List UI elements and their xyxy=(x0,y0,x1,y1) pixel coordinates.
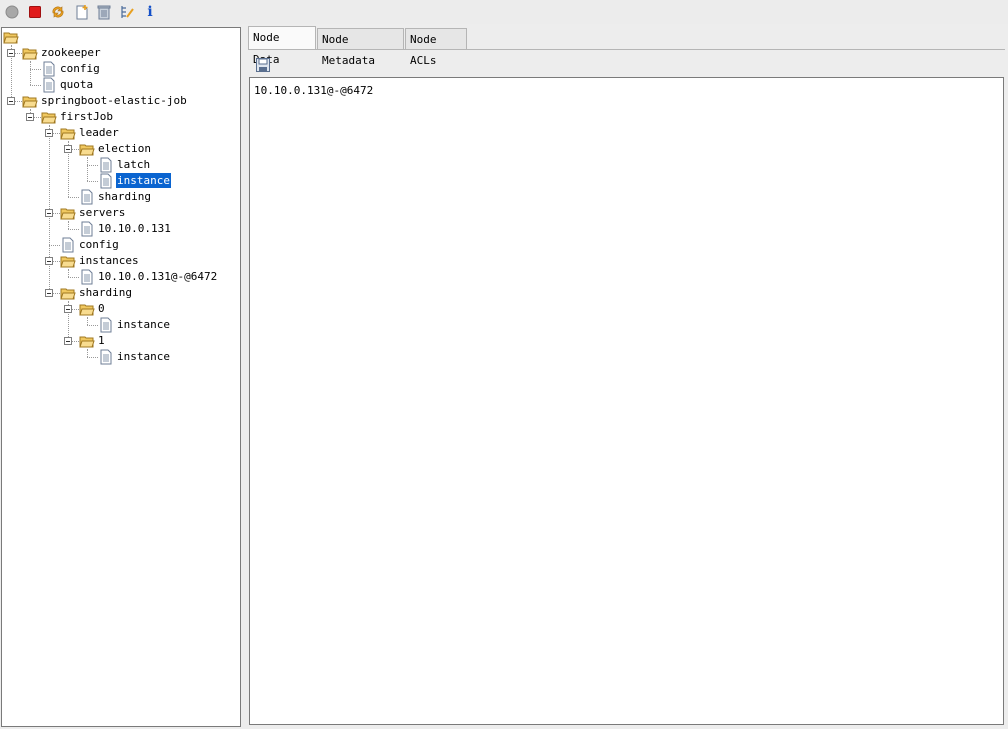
change-log-level-icon[interactable] xyxy=(118,3,136,21)
add-node-icon[interactable] xyxy=(73,3,91,21)
tree-label: leader xyxy=(79,126,119,139)
tree-label: zookeeper xyxy=(41,46,101,59)
tab-node-acls[interactable]: Node ACLs xyxy=(405,28,467,67)
tree-label: instances xyxy=(79,254,139,267)
tree-folder-node[interactable]: leader xyxy=(2,125,240,141)
tree-label-selected: instance xyxy=(115,172,172,189)
tree-folder-node[interactable]: firstJob xyxy=(2,109,240,125)
folder-open-icon xyxy=(60,205,76,221)
tree-label: quota xyxy=(60,78,94,91)
tree-folder-node[interactable]: zookeeper xyxy=(2,45,240,61)
tree-file-node[interactable]: config xyxy=(2,237,240,253)
tab-divider xyxy=(248,49,1005,50)
tree-label: 1 xyxy=(98,334,105,347)
tree-label: 10.10.0.131@-@6472 xyxy=(98,270,218,283)
document-icon xyxy=(98,157,114,173)
folder-open-icon xyxy=(60,285,76,301)
document-icon xyxy=(79,269,95,285)
tree-folder-node[interactable]: election xyxy=(2,141,240,157)
tree-panel: zookeeper config quota springboot-elastic-j… xyxy=(1,27,241,727)
document-icon xyxy=(79,221,95,237)
folder-open-icon xyxy=(79,301,95,317)
tree-folder-node[interactable]: 1 xyxy=(2,333,240,349)
save-icon[interactable] xyxy=(254,56,272,74)
folder-open-icon xyxy=(41,109,57,125)
tree-label: config xyxy=(79,238,119,251)
node-data-content[interactable]: 10.10.0.131@-@6472 xyxy=(254,84,373,98)
tree-label: 10.10.0.131 xyxy=(98,222,171,235)
folder-open-icon xyxy=(3,29,19,45)
tab-node-metadata[interactable]: Node Metadata xyxy=(317,28,404,67)
tab-node-data[interactable]: Node Data xyxy=(248,26,316,66)
tree-label: config xyxy=(60,62,100,75)
document-icon xyxy=(98,317,114,333)
tree-folder-node[interactable] xyxy=(2,29,240,45)
tree-file-node[interactable]: 10.10.0.131@-@6472 xyxy=(2,269,240,285)
tree-file-node[interactable]: latch xyxy=(2,157,240,173)
info-icon[interactable]: i xyxy=(141,3,159,21)
tree-file-node[interactable]: instance xyxy=(2,317,240,333)
tree-folder-node[interactable]: servers xyxy=(2,205,240,221)
tree-file-node[interactable]: instance xyxy=(2,172,240,189)
tree-label: sharding xyxy=(98,190,151,203)
tree-folder-node[interactable]: 0 xyxy=(2,301,240,317)
document-icon xyxy=(98,349,114,365)
tree-label: election xyxy=(98,142,151,155)
tree-folder-node[interactable]: springboot-elastic-job xyxy=(2,93,240,109)
tree-label: instance xyxy=(117,350,170,363)
node-data-editor[interactable]: 10.10.0.131@-@6472 xyxy=(249,77,1004,725)
document-icon xyxy=(98,173,114,189)
tree-folder-node[interactable]: instances xyxy=(2,253,240,269)
document-icon xyxy=(60,237,76,253)
folder-open-icon xyxy=(79,333,95,349)
folder-open-icon xyxy=(79,141,95,157)
tree-label: instance xyxy=(117,318,170,331)
disconnect-icon[interactable] xyxy=(26,3,44,21)
toolbar: i xyxy=(0,0,1008,24)
folder-open-icon xyxy=(60,125,76,141)
tree-file-node[interactable]: quota xyxy=(2,77,240,93)
document-icon xyxy=(41,61,57,77)
tree-file-node[interactable]: instance xyxy=(2,349,240,365)
delete-node-icon[interactable] xyxy=(95,3,113,21)
folder-open-icon xyxy=(60,253,76,269)
folder-open-icon xyxy=(22,93,38,109)
connect-icon[interactable] xyxy=(3,3,21,21)
tree-label: sharding xyxy=(79,286,132,299)
document-icon xyxy=(79,189,95,205)
tree-file-node[interactable]: config xyxy=(2,61,240,77)
document-icon xyxy=(41,77,57,93)
tree-label: firstJob xyxy=(60,110,113,123)
tree-label: 0 xyxy=(98,302,105,315)
tree-label: latch xyxy=(117,158,151,171)
tree-label: springboot-elastic-job xyxy=(41,94,187,107)
tree-file-node[interactable]: sharding xyxy=(2,189,240,205)
refresh-icon[interactable] xyxy=(49,3,67,21)
tree-folder-node[interactable]: sharding xyxy=(2,285,240,301)
tree-file-node[interactable]: 10.10.0.131 xyxy=(2,221,240,237)
folder-open-icon xyxy=(22,45,38,61)
tree-label: servers xyxy=(79,206,126,219)
